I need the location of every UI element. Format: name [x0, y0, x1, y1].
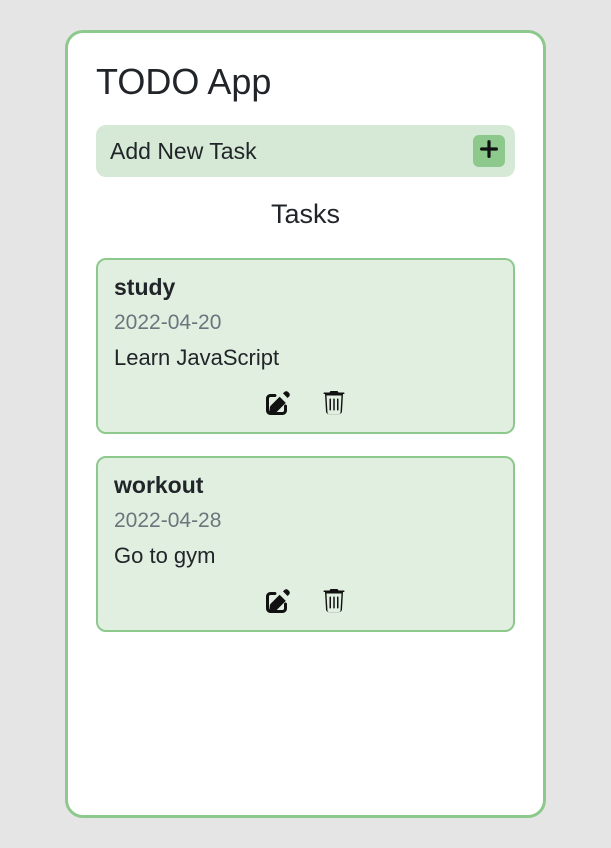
task-description: Learn JavaScript [114, 345, 497, 371]
add-task-bar[interactable]: Add New Task [96, 125, 515, 177]
app-title: TODO App [96, 61, 515, 103]
edit-icon [266, 391, 290, 420]
task-actions [114, 589, 497, 618]
task-description: Go to gym [114, 543, 497, 569]
edit-task-button[interactable] [266, 391, 290, 420]
task-card: workout 2022-04-28 Go to gym [96, 456, 515, 632]
plus-icon [478, 138, 500, 165]
add-task-label: Add New Task [110, 138, 257, 165]
edit-task-button[interactable] [266, 589, 290, 618]
add-task-button[interactable] [473, 135, 505, 167]
app-container: TODO App Add New Task Tasks study 2022-0… [65, 30, 546, 818]
task-date: 2022-04-20 [114, 311, 497, 335]
delete-task-button[interactable] [322, 391, 346, 420]
task-title: workout [114, 472, 497, 499]
delete-task-button[interactable] [322, 589, 346, 618]
task-title: study [114, 274, 497, 301]
task-card: study 2022-04-20 Learn JavaScript [96, 258, 515, 434]
tasks-heading: Tasks [96, 199, 515, 230]
edit-icon [266, 589, 290, 618]
task-date: 2022-04-28 [114, 509, 497, 533]
trash-icon [322, 589, 346, 618]
trash-icon [322, 391, 346, 420]
task-actions [114, 391, 497, 420]
